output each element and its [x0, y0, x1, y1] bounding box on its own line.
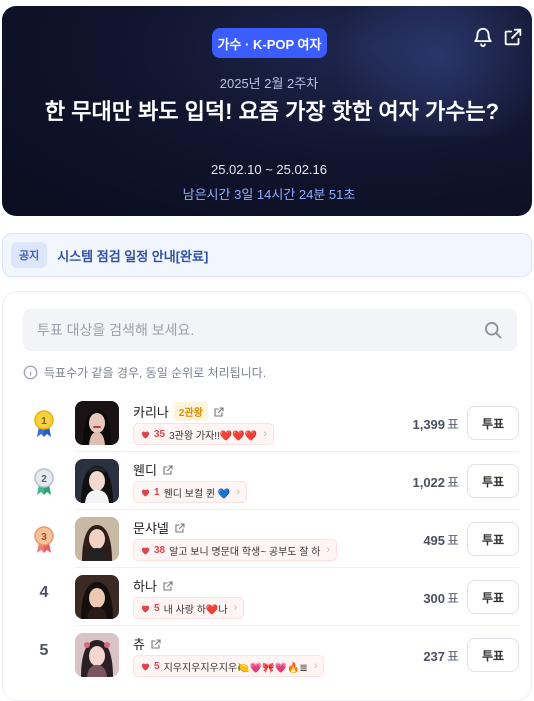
- tie-info-text: 득표수가 같을 경우, 동일 순위로 처리됩니다.: [44, 366, 267, 380]
- tie-info: 득표수가 같을 경우, 동일 순위로 처리됩니다.: [23, 364, 266, 381]
- cheer-text: 지우지우지우지우🍋💗🎀💗🔥≣: [163, 662, 308, 674]
- name-line: 하나: [133, 576, 174, 595]
- heart-icon: [140, 487, 151, 498]
- external-link-icon[interactable]: [174, 522, 186, 534]
- name-line: 츄: [133, 634, 162, 653]
- rank-number: 4: [39, 584, 49, 601]
- gold-medal-icon: 1: [31, 408, 57, 438]
- vote-button[interactable]: 투표: [467, 580, 519, 614]
- artist-name[interactable]: 카리나: [133, 402, 169, 421]
- notice-tag: 공지: [11, 242, 48, 268]
- cheer-message[interactable]: 38 알고 보니 명문대 학생~ 공부도 잘 하 ›: [133, 539, 338, 561]
- bell-icon[interactable]: [472, 26, 494, 48]
- cheer-message[interactable]: 5 지우지우지우지우🍋💗🎀💗🔥≣ ›: [133, 655, 325, 677]
- name-line: 문샤넬: [133, 518, 186, 537]
- vote-count: 1,022 표: [412, 475, 459, 490]
- bronze-medal-icon: 3: [31, 524, 57, 554]
- svg-text:3: 3: [41, 532, 47, 543]
- title-badge: 2관왕: [173, 402, 208, 421]
- cheer-message[interactable]: 1 웬디 보컬 퀸 💙 ›: [133, 481, 248, 503]
- artist-name[interactable]: 하나: [133, 576, 157, 595]
- cheer-count: 38: [154, 544, 166, 556]
- cheer-text: 웬디 보컬 퀸 💙: [163, 488, 231, 500]
- chevron-right-icon: ›: [313, 660, 318, 672]
- ranking-panel: 득표수가 같을 경우, 동일 순위로 처리됩니다. 1 카리나 2관왕: [2, 291, 532, 701]
- vote-count: 300 표: [423, 591, 459, 606]
- avatar[interactable]: [75, 517, 119, 561]
- ranking-row: 3 문샤넬 38 알고 보니 명문대 학생~ 공부도 잘 하 › 495 표 투표: [3, 510, 533, 568]
- rank-number: 5: [39, 642, 49, 659]
- vote-hero-banner: 가수 · K-POP 여자 2025년 2월 2주차 한 무대만 봐도 입덕! …: [2, 6, 532, 216]
- vote-period: 25.02.10 ~ 25.02.16: [210, 162, 328, 177]
- page-title: 한 무대만 봐도 입덕! 요즘 가장 핫한 여자 가수는?: [44, 99, 500, 124]
- chevron-right-icon: ›: [326, 544, 331, 556]
- cheer-message[interactable]: 5 내 사랑 하❤️나 ›: [133, 597, 245, 619]
- artist-name[interactable]: 츄: [133, 634, 145, 653]
- name-line: 카리나 2관왕: [133, 402, 225, 421]
- silver-medal-icon: 2: [31, 466, 57, 496]
- search-icon[interactable]: [483, 320, 503, 340]
- notice-banner[interactable]: 공지 시스템 점검 일정 안내[완료]: [2, 233, 532, 277]
- name-line: 웬디: [133, 460, 174, 479]
- cheer-count: 5: [154, 602, 160, 614]
- avatar[interactable]: [75, 459, 119, 503]
- ranking-row: 5 츄 5 지우지우지우지우🍋💗🎀💗🔥≣ › 237 표 투표: [3, 626, 533, 684]
- heart-icon: [140, 429, 151, 440]
- avatar[interactable]: [75, 575, 119, 619]
- vote-count: 495 표: [423, 533, 459, 548]
- cheer-count: 5: [154, 660, 160, 672]
- week-label: 2025년 2월 2주차: [219, 76, 319, 91]
- chevron-right-icon: ›: [236, 486, 241, 498]
- search-box[interactable]: [23, 309, 517, 351]
- ranking-row: 2 웬디 1 웬디 보컬 퀸 💙 › 1,022 표 투표: [3, 452, 533, 510]
- vote-count: 237 표: [423, 649, 459, 664]
- cheer-count: 1: [154, 486, 160, 498]
- vote-button[interactable]: 투표: [467, 522, 519, 556]
- chevron-right-icon: ›: [233, 602, 238, 614]
- external-link-icon[interactable]: [162, 464, 174, 476]
- vote-button[interactable]: 투표: [467, 464, 519, 498]
- avatar[interactable]: [75, 401, 119, 445]
- external-link-icon[interactable]: [213, 406, 225, 418]
- svg-text:1: 1: [41, 416, 47, 427]
- svg-text:2: 2: [41, 474, 47, 485]
- artist-name[interactable]: 웬디: [133, 460, 157, 479]
- notice-text[interactable]: 시스템 점검 일정 안내[완료]: [57, 246, 208, 265]
- cheer-text: 알고 보니 명문대 학생~ 공부도 잘 하: [169, 546, 321, 558]
- ranking-row: 4 하나 5 내 사랑 하❤️나 › 300 표 투표: [3, 568, 533, 626]
- vote-count: 1,399 표: [412, 417, 459, 432]
- remaining-time: 남은시간 3일 14시간 24분 51초: [182, 187, 356, 202]
- avatar[interactable]: [75, 633, 119, 677]
- category-pill: 가수 · K-POP 여자: [212, 28, 327, 58]
- vote-button[interactable]: 투표: [467, 406, 519, 440]
- heart-icon: [140, 603, 151, 614]
- artist-name[interactable]: 문샤넬: [133, 518, 169, 537]
- cheer-text: 내 사랑 하❤️나: [163, 604, 228, 616]
- heart-icon: [140, 661, 151, 672]
- ranking-row: 1 카리나 2관왕 35 3관왕 가자!!❤️❤️❤️ › 1,399 표 투표: [3, 394, 533, 452]
- search-input[interactable]: [37, 322, 483, 338]
- chevron-right-icon: ›: [263, 428, 267, 440]
- vote-button[interactable]: 투표: [467, 638, 519, 672]
- heart-icon: [140, 545, 151, 556]
- info-icon: [23, 365, 38, 380]
- external-link-icon[interactable]: [162, 580, 174, 592]
- external-link-icon[interactable]: [150, 638, 162, 650]
- cheer-text: 3관왕 가자!!❤️❤️❤️: [169, 430, 258, 442]
- cheer-count: 35: [154, 428, 166, 440]
- share-icon[interactable]: [502, 26, 524, 48]
- cheer-message[interactable]: 35 3관왕 가자!!❤️❤️❤️ ›: [133, 423, 274, 445]
